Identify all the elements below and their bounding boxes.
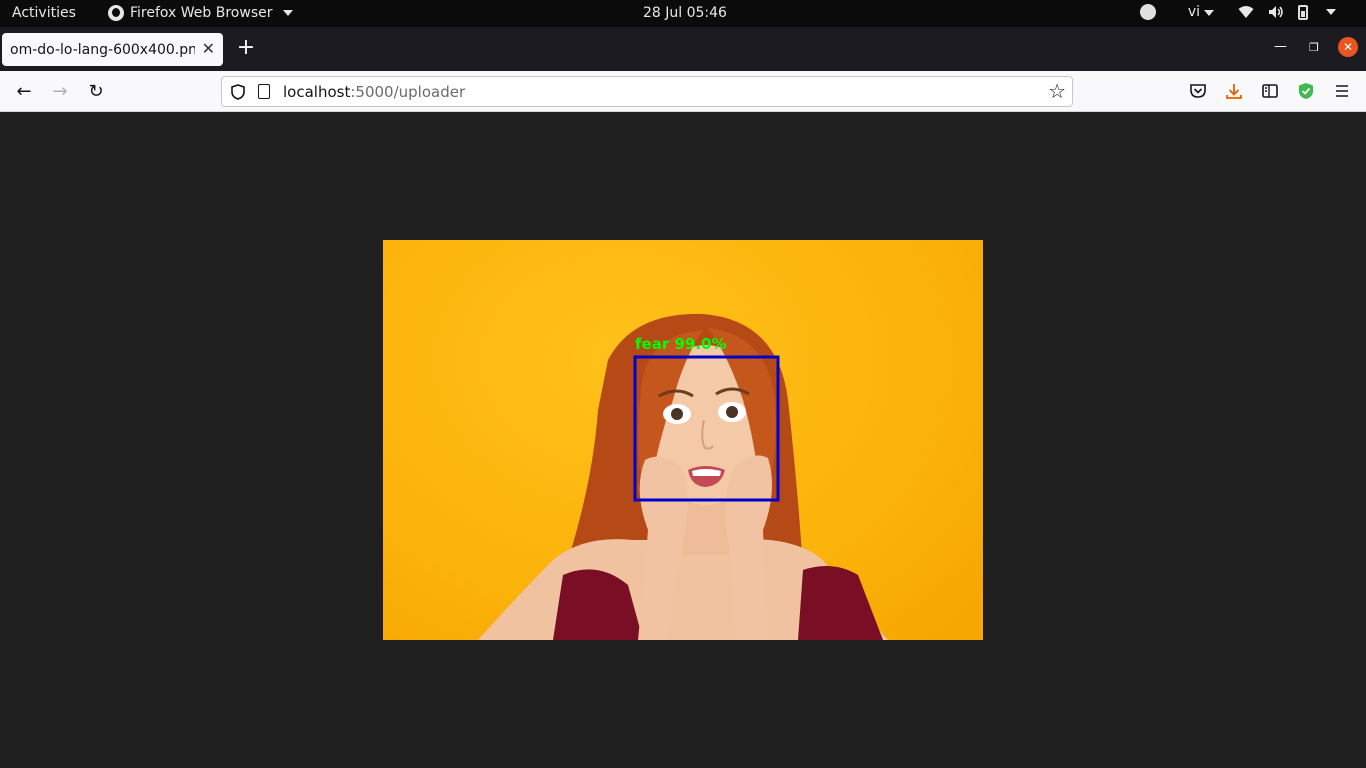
app-menu[interactable]: Firefox Web Browser [108, 5, 293, 21]
close-window-button[interactable]: ✕ [1338, 37, 1358, 57]
bookmark-star-icon[interactable]: ☆ [1048, 79, 1066, 103]
new-tab-button[interactable]: + [236, 36, 256, 60]
steam-icon[interactable] [1139, 4, 1156, 20]
url-text[interactable]: localhost:5000/uploader [283, 83, 465, 101]
url-bar[interactable]: localhost:5000/uploader ☆ [221, 76, 1073, 107]
firefox-icon [108, 5, 124, 21]
wifi-icon [1238, 6, 1254, 18]
shield-icon[interactable] [231, 84, 245, 100]
app-menu-label: Firefox Web Browser [130, 5, 273, 21]
top-right-shape [798, 566, 883, 640]
chevron-down-icon [1326, 9, 1336, 15]
language-label: vi [1187, 4, 1200, 20]
tab-strip: om-do-lo-lang-600x400.png ✕ + — ❐ ✕ [0, 27, 1366, 71]
back-button[interactable]: ← [12, 80, 36, 104]
clock[interactable]: 28 Jul 05:46 [643, 5, 727, 21]
close-tab-icon[interactable]: ✕ [202, 39, 215, 58]
right-iris [726, 406, 738, 418]
forward-button[interactable]: → [48, 80, 72, 104]
left-iris [671, 408, 683, 420]
tab-title: om-do-lo-lang-600x400.png [10, 41, 195, 58]
volume-icon [1269, 6, 1283, 18]
tab-active[interactable]: om-do-lo-lang-600x400.png ✕ [2, 33, 223, 66]
system-tray[interactable]: vi [1139, 4, 1336, 20]
image-illustration: fear 99.0% [478, 313, 888, 640]
battery-icon [1298, 4, 1308, 20]
detection-label: fear 99.0% [635, 335, 726, 353]
restore-button[interactable]: ❐ [1309, 41, 1319, 54]
page-info-icon[interactable] [258, 84, 270, 99]
sidebar-icon[interactable] [1260, 81, 1280, 101]
uploaded-image: fear 99.0% [383, 240, 983, 640]
menu-icon[interactable] [1332, 81, 1352, 101]
url-path: :5000/uploader [350, 83, 466, 101]
url-host: localhost [283, 83, 351, 101]
reload-button[interactable]: ↻ [84, 80, 108, 104]
input-language-indicator[interactable]: vi [1188, 4, 1214, 20]
navigation-toolbar: ← → ↻ localhost:5000/uploader ☆ [0, 71, 1366, 112]
chevron-down-icon [1204, 10, 1214, 16]
download-icon[interactable] [1224, 81, 1244, 101]
adblock-shield-icon[interactable] [1296, 81, 1316, 101]
minimize-button[interactable]: — [1274, 39, 1287, 54]
chevron-down-icon [282, 10, 293, 16]
activities-button[interactable]: Activities [12, 5, 76, 21]
pocket-icon[interactable] [1188, 81, 1208, 101]
teeth [692, 469, 721, 476]
system-top-bar: Activities Firefox Web Browser 28 Jul 05… [0, 0, 1366, 27]
page-content: fear 99.0% [0, 112, 1366, 768]
